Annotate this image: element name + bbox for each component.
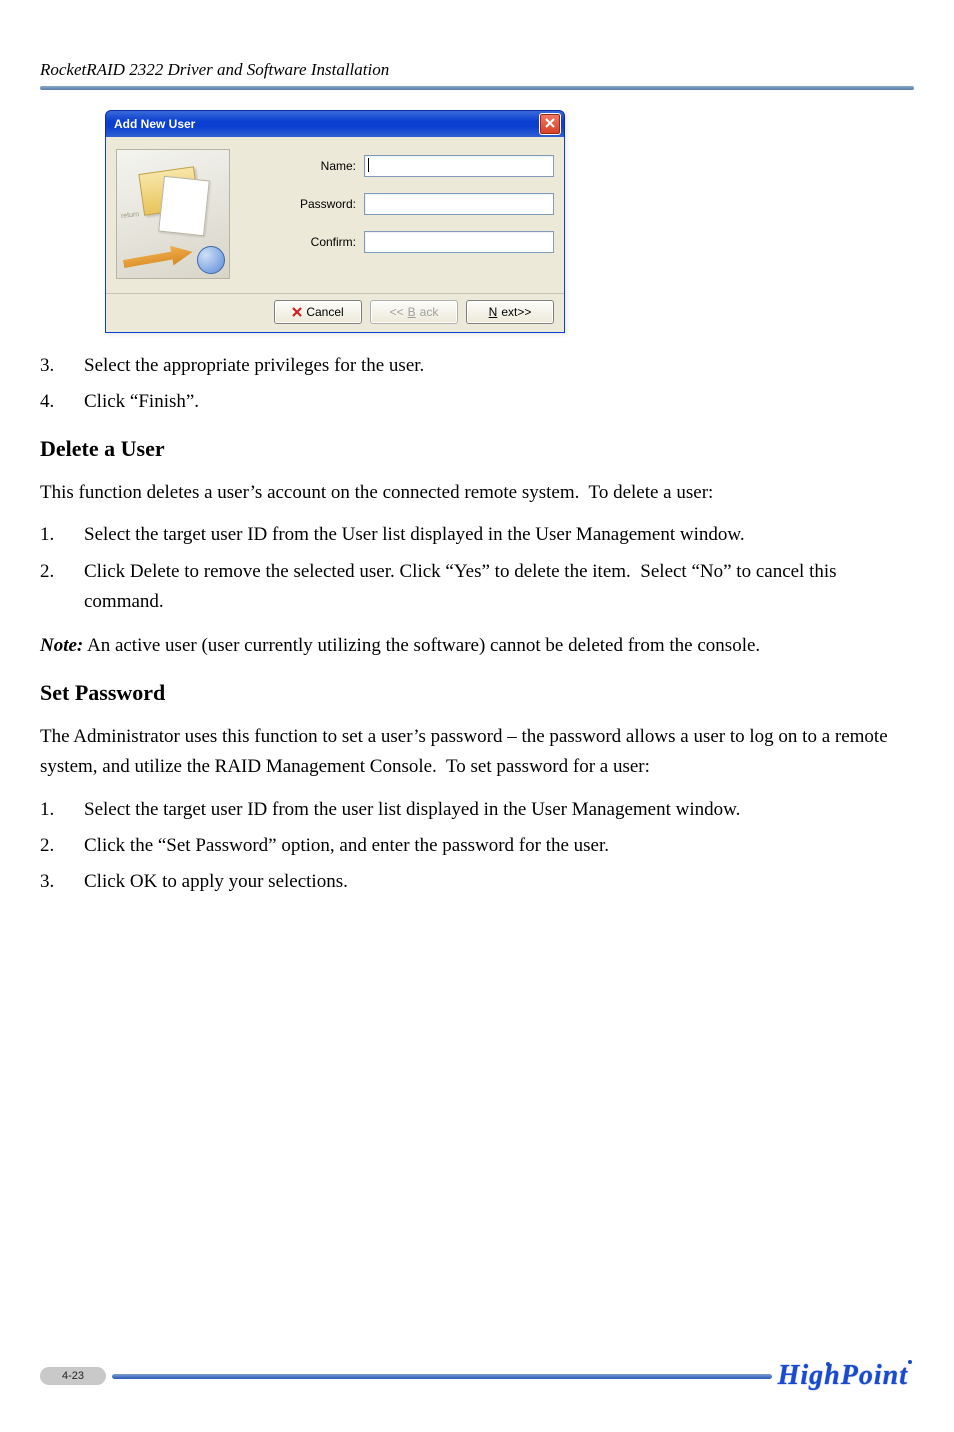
- wizard-illustration: return: [116, 149, 230, 279]
- brand-logo: HighPoint: [778, 1360, 914, 1392]
- list-number: 3.: [40, 867, 84, 897]
- list-item: 2. Click the “Set Password” option, and …: [40, 831, 914, 861]
- x-icon: [292, 307, 302, 317]
- back-suffix: ack: [420, 305, 439, 319]
- header-divider: [40, 86, 914, 90]
- list-number: 3.: [40, 351, 84, 381]
- next-button[interactable]: Next>>: [466, 300, 554, 324]
- continuation-list: 3. Select the appropriate privileges for…: [40, 351, 914, 418]
- brand-dot-icon: [826, 1362, 830, 1366]
- list-item: 3. Select the appropriate privileges for…: [40, 351, 914, 381]
- back-underline: B: [408, 305, 416, 319]
- brand-text: HighPoint: [778, 1360, 908, 1391]
- list-text: Select the target user ID from the user …: [84, 795, 914, 825]
- page-footer: 4-23 HighPoint: [40, 1360, 914, 1392]
- list-text: Select the appropriate privileges for th…: [84, 351, 914, 381]
- running-header: RocketRAID 2322 Driver and Software Inst…: [40, 60, 914, 80]
- note-paragraph: Note: An active user (user currently uti…: [40, 631, 914, 661]
- list-item: 1. Select the target user ID from the us…: [40, 795, 914, 825]
- list-number: 2.: [40, 831, 84, 861]
- footer-divider: [112, 1374, 772, 1379]
- next-suffix: ext>>: [501, 305, 531, 319]
- delete-steps: 1. Select the target user ID from the Us…: [40, 520, 914, 617]
- screenshot-add-new-user-dialog: Add New User return: [105, 110, 914, 333]
- back-prefix: <<: [390, 305, 404, 319]
- list-item: 1. Select the target user ID from the Us…: [40, 520, 914, 550]
- cancel-button[interactable]: Cancel: [274, 300, 362, 324]
- note-text: An active user (user currently utilizing…: [83, 635, 760, 656]
- list-number: 1.: [40, 520, 84, 550]
- back-button: << Back: [370, 300, 458, 324]
- list-number: 4.: [40, 387, 84, 417]
- heading-set-password: Set Password: [40, 680, 914, 706]
- list-text: Click the “Set Password” option, and ent…: [84, 831, 914, 861]
- list-item: 3. Click OK to apply your selections.: [40, 867, 914, 897]
- list-text: Click Delete to remove the selected user…: [84, 557, 914, 618]
- close-icon: [545, 117, 555, 131]
- name-label: Name:: [244, 159, 364, 173]
- name-input[interactable]: [364, 155, 554, 177]
- list-number: 1.: [40, 795, 84, 825]
- list-text: Click OK to apply your selections.: [84, 867, 914, 897]
- list-item: 2. Click Delete to remove the selected u…: [40, 557, 914, 618]
- list-number: 2.: [40, 557, 84, 618]
- confirm-input[interactable]: [364, 231, 554, 253]
- close-button[interactable]: [539, 113, 561, 135]
- setpw-intro: The Administrator uses this function to …: [40, 722, 914, 783]
- list-text: Click “Finish”.: [84, 387, 914, 417]
- titlebar: Add New User: [105, 110, 565, 137]
- confirm-label: Confirm:: [244, 235, 364, 249]
- next-underline: N: [489, 305, 498, 319]
- illustration-label: return: [121, 211, 140, 220]
- password-input[interactable]: [364, 193, 554, 215]
- cancel-button-label: Cancel: [306, 305, 343, 319]
- heading-delete-user: Delete a User: [40, 436, 914, 462]
- brand-dot-icon: [908, 1360, 912, 1364]
- note-label: Note:: [40, 635, 83, 656]
- delete-intro: This function deletes a user’s account o…: [40, 478, 914, 508]
- password-label: Password:: [244, 197, 364, 211]
- list-item: 4. Click “Finish”.: [40, 387, 914, 417]
- setpw-steps: 1. Select the target user ID from the us…: [40, 795, 914, 898]
- list-text: Select the target user ID from the User …: [84, 520, 914, 550]
- titlebar-title: Add New User: [114, 117, 539, 131]
- page-number: 4-23: [40, 1367, 106, 1385]
- text-caret: [368, 158, 369, 172]
